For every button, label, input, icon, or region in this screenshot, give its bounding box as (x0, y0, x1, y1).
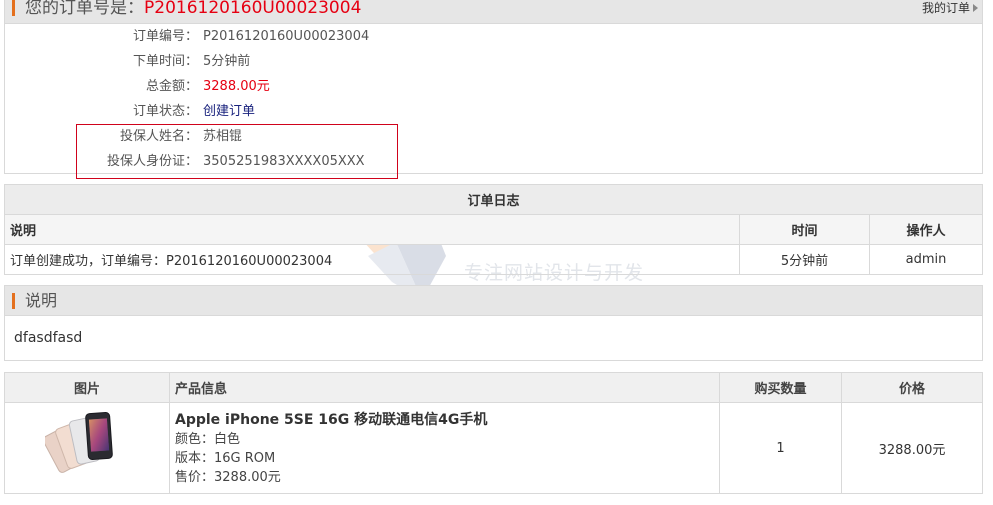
product-version: 版本：16G ROM (175, 450, 276, 466)
order-title-prefix: 您的订单号是： (25, 0, 144, 18)
product-price-cell: 3288.00元 (841, 402, 983, 494)
order-summary-header: 您的订单号是：P2016120160U00023004 我的订单 (5, 0, 982, 24)
col-header-info: 产品信息 (169, 372, 720, 403)
field-label: 总金额： (145, 79, 198, 94)
product-image-cell (4, 402, 170, 494)
field-value: P2016120160U00023004 (203, 29, 370, 44)
field-label: 订单编号： (132, 29, 198, 44)
description-title: 说明 (25, 291, 58, 310)
col-header-price: 价格 (841, 372, 983, 403)
highlight-box (76, 124, 398, 179)
order-field-time: 下单时间： 5分钟前 (5, 52, 250, 72)
order-title: 您的订单号是：P2016120160U00023004 (25, 0, 361, 19)
product-color: 颜色：白色 (175, 431, 241, 447)
description-header: 说明 (5, 286, 982, 316)
order-log-panel: 订单日志 说明 时间 操作人 订单创建成功，订单编号：P2016120160U0… (4, 184, 983, 275)
field-label: 下单时间： (132, 54, 198, 69)
total-amount-value: 3288.00元 (203, 79, 270, 94)
col-header-operator: 操作人 (869, 214, 983, 245)
col-header-desc: 说明 (4, 214, 740, 245)
products-panel: 图片 产品信息 购买数量 价格 Apple iPhone 5SE 16G 移动联… (4, 372, 983, 505)
col-header-time: 时间 (739, 214, 870, 245)
order-title-number: P2016120160U00023004 (144, 0, 362, 18)
order-log-header-row: 说明 时间 操作人 (4, 214, 983, 245)
field-value: 5分钟前 (203, 54, 251, 69)
products-table: 图片 产品信息 购买数量 价格 Apple iPhone 5SE 16G 移动联… (4, 372, 983, 494)
table-row: 订单创建成功，订单编号：P2016120160U00023004 5分钟前 ad… (4, 244, 983, 275)
product-unit-price: 售价：3288.00元 (175, 469, 281, 485)
order-field-total: 总金额： 3288.00元 (5, 77, 270, 97)
log-operator-cell: admin (869, 244, 983, 275)
col-header-qty: 购买数量 (719, 372, 842, 403)
product-name[interactable]: Apple iPhone 5SE 16G 移动联通电信4G手机 (175, 410, 719, 430)
product-image[interactable] (45, 409, 135, 489)
accent-bar (12, 0, 15, 16)
log-time-cell: 5分钟前 (739, 244, 870, 275)
my-orders-label[interactable]: 我的订单 (922, 1, 970, 15)
product-info-cell: Apple iPhone 5SE 16G 移动联通电信4G手机 颜色：白色 版本… (169, 402, 720, 494)
accent-bar (12, 293, 15, 309)
products-header-row: 图片 产品信息 购买数量 价格 (4, 372, 983, 403)
order-field-status: 订单状态： 创建订单 (5, 102, 255, 122)
arrow-right-icon (973, 4, 978, 12)
order-field-number: 订单编号： P2016120160U00023004 (5, 27, 369, 47)
product-qty-cell: 1 (719, 402, 842, 494)
table-row: Apple iPhone 5SE 16G 移动联通电信4G手机 颜色：白色 版本… (4, 402, 983, 494)
col-header-image: 图片 (4, 372, 170, 403)
description-panel: 说明 dfasdfasd (4, 285, 983, 361)
field-label: 订单状态： (132, 104, 198, 119)
description-body: dfasdfasd (14, 330, 83, 346)
order-status-link[interactable]: 创建订单 (203, 102, 255, 122)
order-log-caption: 订单日志 (4, 184, 983, 215)
my-orders-link[interactable]: 我的订单 (922, 0, 978, 16)
log-desc-cell: 订单创建成功，订单编号：P2016120160U00023004 (4, 244, 740, 275)
order-log-table: 订单日志 说明 时间 操作人 订单创建成功，订单编号：P2016120160U0… (4, 184, 983, 275)
